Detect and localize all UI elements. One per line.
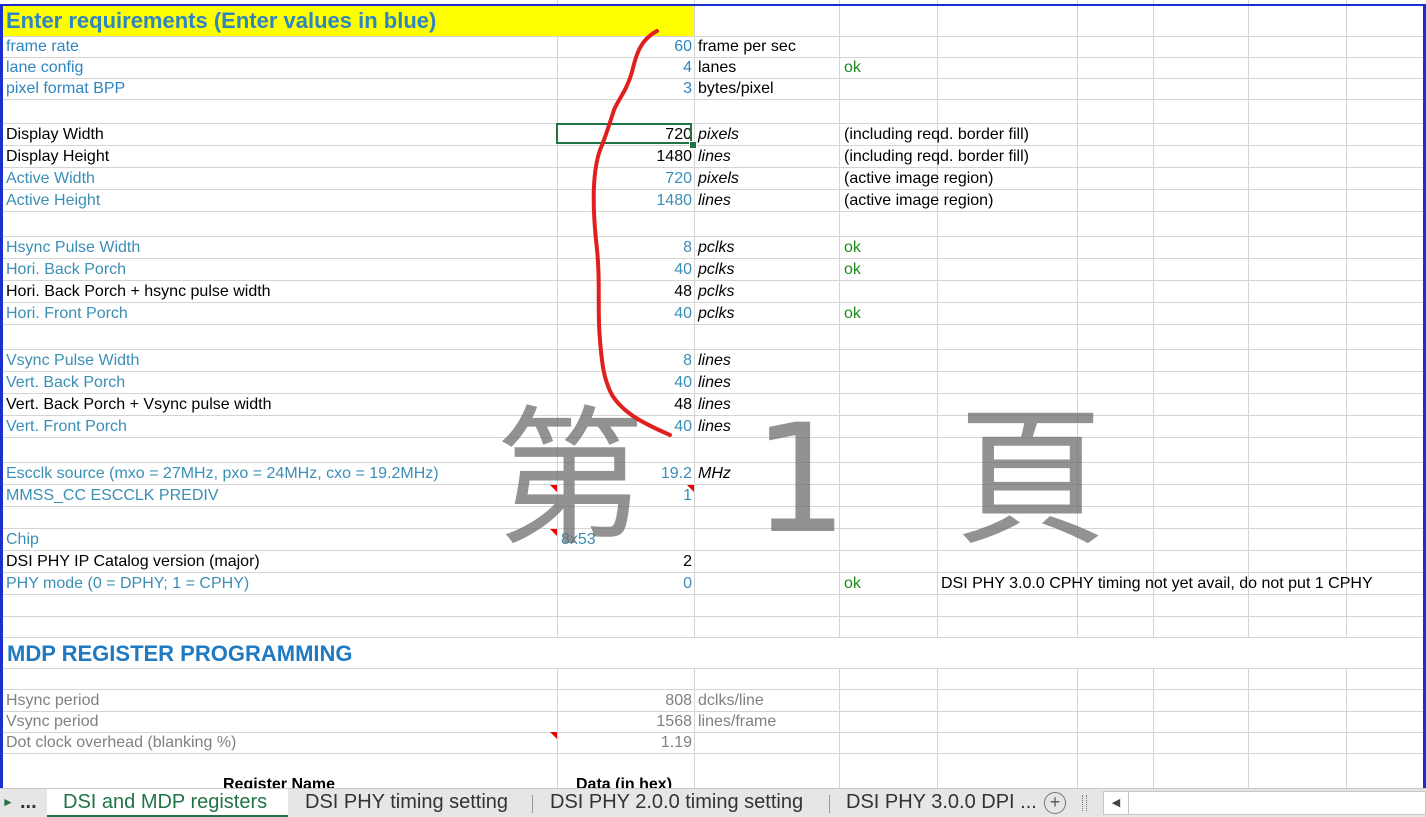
- tab-separator: [532, 795, 533, 813]
- sheet-tab-bar: ► ... DSI and MDP registers DSI PHY timi…: [0, 788, 1426, 817]
- spreadsheet-grid[interactable]: Enter requirements (Enter values in blue…: [0, 0, 1426, 788]
- horizontal-scrollbar[interactable]: ◀: [1103, 791, 1426, 815]
- splitter-handle[interactable]: [1082, 795, 1087, 811]
- tab-dsi-phy-timing[interactable]: DSI PHY timing setting: [305, 789, 508, 817]
- tab-separator: [829, 795, 830, 813]
- scroll-left-icon[interactable]: ►: [2, 789, 16, 817]
- more-sheets-button[interactable]: ...: [20, 789, 37, 817]
- tab-dsi-phy-300-dpi[interactable]: DSI PHY 3.0.0 DPI ...: [846, 789, 1037, 817]
- tab-dsi-mdp-registers[interactable]: DSI and MDP registers: [47, 789, 288, 817]
- tab-dsi-phy-200-timing[interactable]: DSI PHY 2.0.0 timing setting: [550, 789, 803, 817]
- add-sheet-icon[interactable]: +: [1044, 792, 1066, 814]
- scroll-left-arrow-icon[interactable]: ◀: [1104, 792, 1129, 814]
- red-annotation-stroke: [591, 29, 672, 437]
